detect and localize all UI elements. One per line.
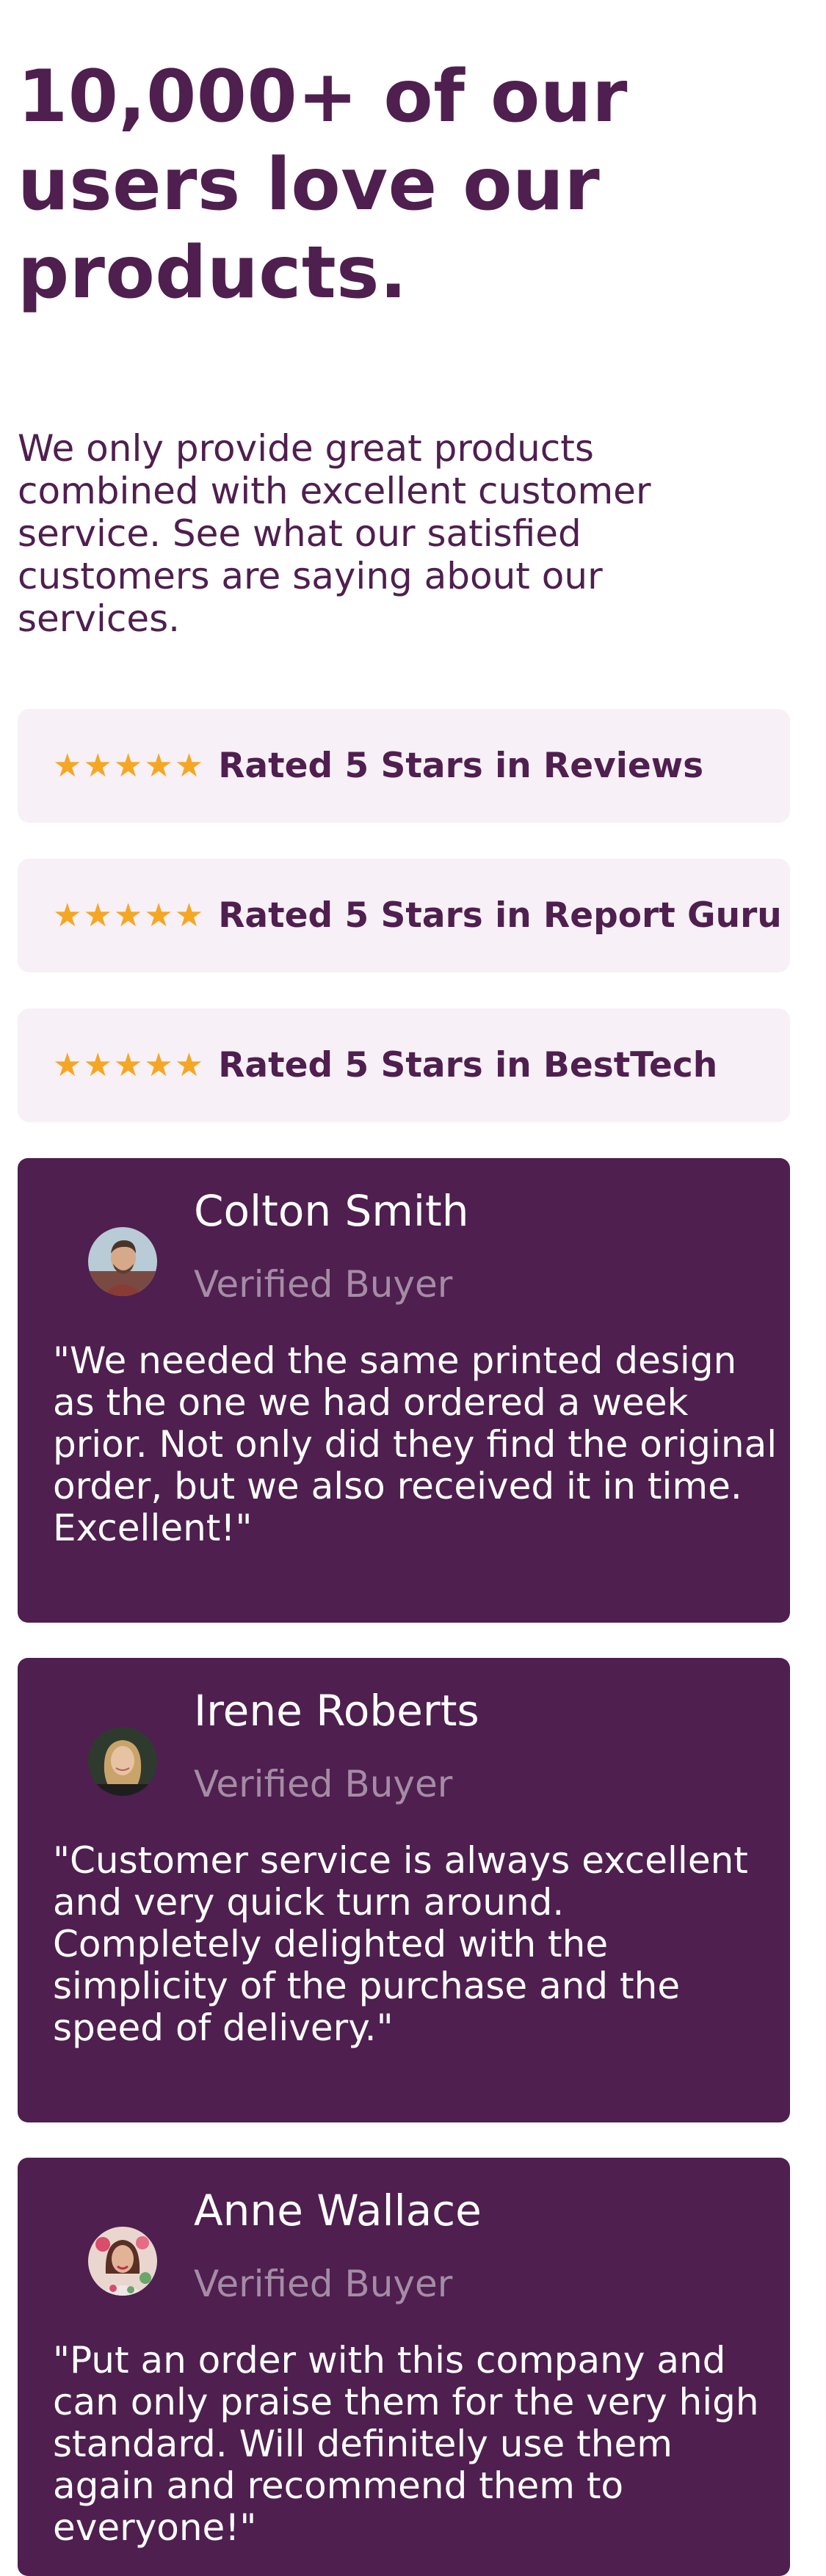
rating-reviews: ★★★★★ Rated 5 Stars in Reviews <box>18 709 790 823</box>
verified-buyer-badge: Verified Buyer <box>194 1763 453 1805</box>
customer-name: Colton Smith <box>194 1186 469 1236</box>
customer-name: Irene Roberts <box>194 1686 479 1736</box>
testimonial-quote: "Put an order with this company and can … <box>53 2339 759 2549</box>
rating-label: Rated 5 Stars in Reviews <box>218 746 704 786</box>
testimonial-quote: "Customer service is always excellent an… <box>53 1839 748 2049</box>
rating-label: Rated 5 Stars in BestTech <box>218 1045 718 1085</box>
avatar-photo-icon <box>88 1227 157 1296</box>
avatar <box>88 2227 157 2296</box>
verified-buyer-badge: Verified Buyer <box>194 1263 453 1306</box>
star-rating-icon: ★★★★★ <box>53 747 206 785</box>
avatar <box>88 1727 157 1796</box>
rating-report-guru: ★★★★★ Rated 5 Stars in Report Guru <box>18 859 790 972</box>
avatar-photo-icon <box>88 2227 157 2296</box>
rating-besttech: ★★★★★ Rated 5 Stars in BestTech <box>18 1008 790 1122</box>
testimonial-card: Irene Roberts Verified Buyer "Customer s… <box>18 1658 790 2122</box>
section-intro: We only provide great products combined … <box>18 427 651 640</box>
testimonials-section: 10,000+ of our users love our products. … <box>0 0 826 2576</box>
verified-buyer-badge: Verified Buyer <box>194 2263 453 2305</box>
testimonial-card: Colton Smith Verified Buyer "We needed t… <box>18 1158 790 1623</box>
testimonial-quote: "We needed the same printed design as th… <box>53 1339 778 1549</box>
avatar-photo-icon <box>88 1727 157 1796</box>
avatar <box>88 1227 157 1296</box>
rating-label: Rated 5 Stars in Report Guru <box>218 895 782 936</box>
star-rating-icon: ★★★★★ <box>53 1047 206 1084</box>
customer-name: Anne Wallace <box>194 2186 482 2235</box>
star-rating-icon: ★★★★★ <box>53 897 206 934</box>
section-headline: 10,000+ of our users love our products. <box>18 55 628 315</box>
testimonial-card: Anne Wallace Verified Buyer "Put an orde… <box>18 2158 790 2576</box>
